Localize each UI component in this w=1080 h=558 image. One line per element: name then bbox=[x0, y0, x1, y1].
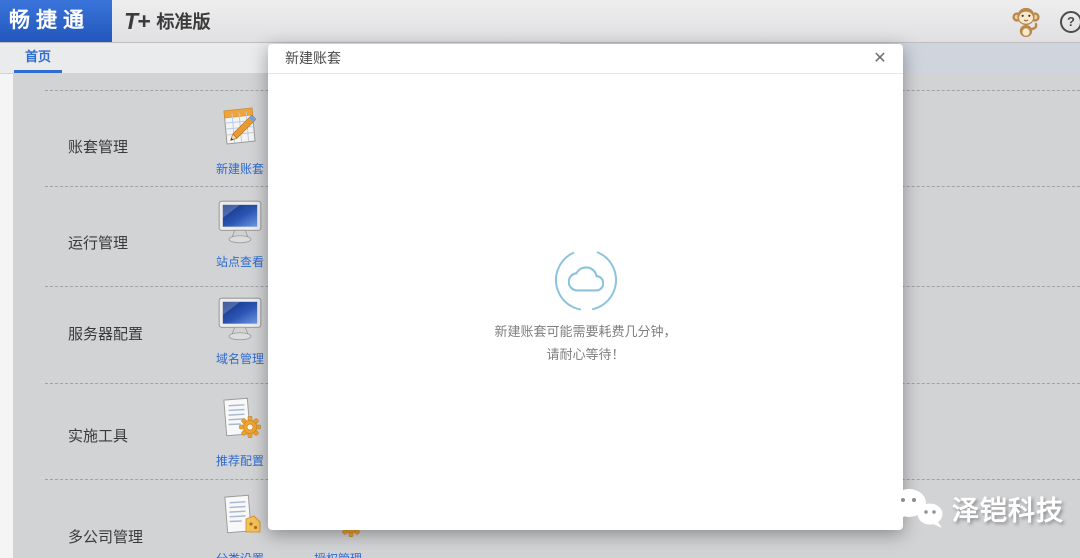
tab-home[interactable]: 首页 bbox=[14, 44, 62, 73]
watermark-brand: 泽铠科技 bbox=[952, 489, 1064, 528]
loading-message-line1: 新建账套可能需要耗费几分钟， bbox=[268, 321, 903, 340]
app-window: 畅捷通 T+ 标准版 ? 首页 账套管理 运行 bbox=[0, 0, 1080, 558]
watermark: 泽铠科技 bbox=[888, 484, 1064, 532]
shortcut-new-account-set[interactable]: 新建账套 bbox=[202, 100, 278, 177]
shortcut-label: 域名管理 bbox=[202, 350, 278, 367]
ledger-pencil-icon bbox=[214, 100, 266, 152]
edition-label: 标准版 bbox=[156, 8, 210, 34]
left-gutter bbox=[0, 74, 13, 558]
wechat-icon bbox=[888, 484, 946, 532]
document-gear-icon bbox=[215, 394, 265, 444]
shortcut-label: 新建账套 bbox=[202, 160, 278, 177]
category-multi-company: 多公司管理 bbox=[68, 526, 143, 547]
tplus-logo: T+ bbox=[124, 8, 149, 35]
shortcut-label: 推荐配置 bbox=[202, 452, 278, 469]
product-title: T+ 标准版 bbox=[124, 0, 210, 42]
chanjet-logo: 畅捷通 bbox=[0, 0, 112, 42]
monitor-icon bbox=[215, 296, 265, 342]
close-icon[interactable]: ✕ bbox=[869, 48, 891, 70]
shortcut-label: 站点查看 bbox=[202, 253, 278, 270]
category-run-mgmt: 运行管理 bbox=[68, 232, 128, 253]
monitor-icon bbox=[215, 199, 265, 245]
monkey-mascot-icon[interactable] bbox=[1010, 5, 1042, 39]
dialog-title: 新建账套 bbox=[285, 44, 341, 73]
shortcut-domain-mgmt[interactable]: 域名管理 bbox=[202, 296, 278, 367]
help-icon[interactable]: ? bbox=[1060, 11, 1080, 33]
cloud-loading-spinner bbox=[553, 247, 619, 313]
shortcut-category-settings[interactable]: 分类设置 bbox=[202, 492, 278, 558]
shortcut-site-view[interactable]: 站点查看 bbox=[202, 199, 278, 270]
shortcut-label: 分类设置 bbox=[202, 550, 278, 558]
top-bar: 畅捷通 T+ 标准版 ? bbox=[0, 0, 1080, 43]
new-account-set-dialog: 新建账套 ✕ 新建账套可能需要耗费几分钟， 请耐心等待！ bbox=[268, 44, 903, 530]
category-server-config: 服务器配置 bbox=[68, 323, 143, 344]
loading-message-line2: 请耐心等待！ bbox=[268, 344, 903, 363]
shortcut-recommended-config[interactable]: 推荐配置 bbox=[202, 394, 278, 469]
dialog-header: 新建账套 ✕ bbox=[268, 44, 903, 74]
document-badge-icon bbox=[215, 492, 265, 542]
cloud-icon bbox=[568, 266, 604, 293]
category-account-mgmt: 账套管理 bbox=[68, 136, 128, 157]
shortcut-label: 授权管理 bbox=[300, 550, 376, 558]
category-impl-tools: 实施工具 bbox=[68, 425, 128, 446]
